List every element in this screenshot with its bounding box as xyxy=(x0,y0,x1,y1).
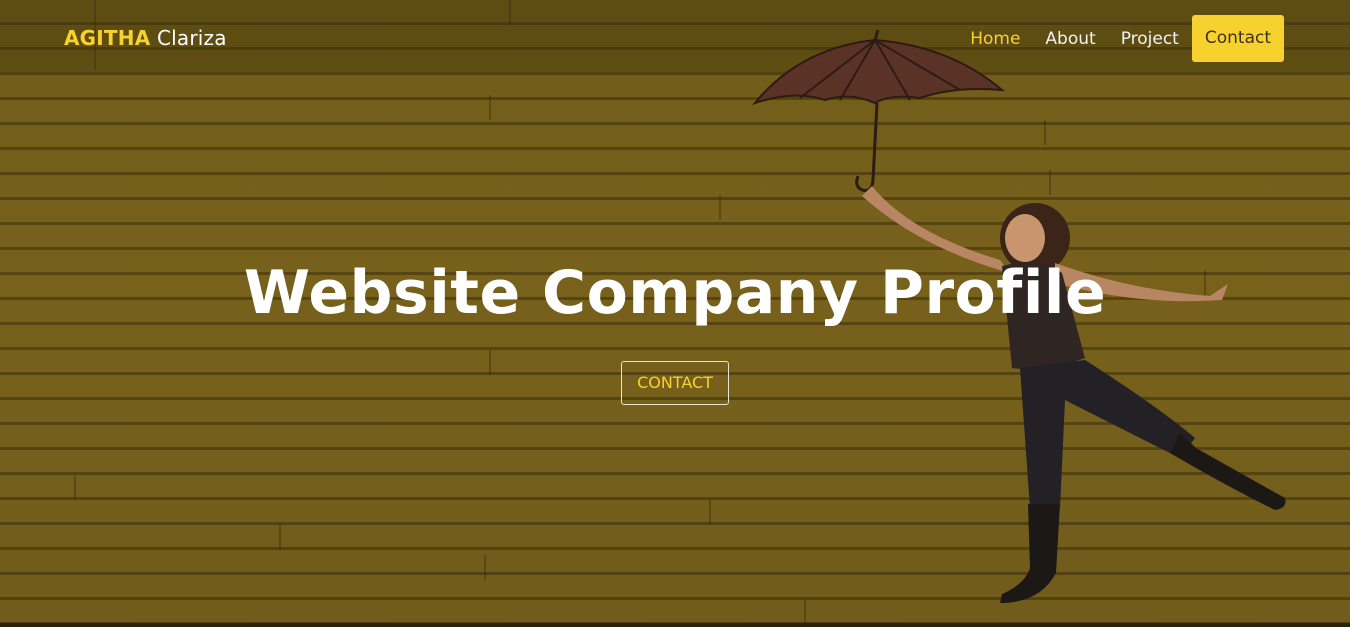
bottom-divider xyxy=(0,623,1350,627)
nav-menu: Home About Project Contact xyxy=(945,15,1284,62)
brand-logo[interactable]: AGITHA Clariza xyxy=(64,26,227,50)
hero-headline: Website Company Profile xyxy=(243,258,1107,328)
nav-home-link[interactable]: Home xyxy=(970,16,1020,62)
brand-last-name: Clariza xyxy=(156,26,227,50)
brand-first-name: AGITHA xyxy=(64,26,151,50)
contact-cta-button[interactable]: CONTACT xyxy=(621,361,729,405)
nav-about-link[interactable]: About xyxy=(1045,16,1095,62)
navbar: AGITHA Clariza Home About Project Contac… xyxy=(0,0,1350,76)
nav-contact-button[interactable]: Contact xyxy=(1191,15,1284,62)
nav-project-link[interactable]: Project xyxy=(1121,16,1179,62)
hero-section: AGITHA Clariza Home About Project Contac… xyxy=(0,0,1350,627)
